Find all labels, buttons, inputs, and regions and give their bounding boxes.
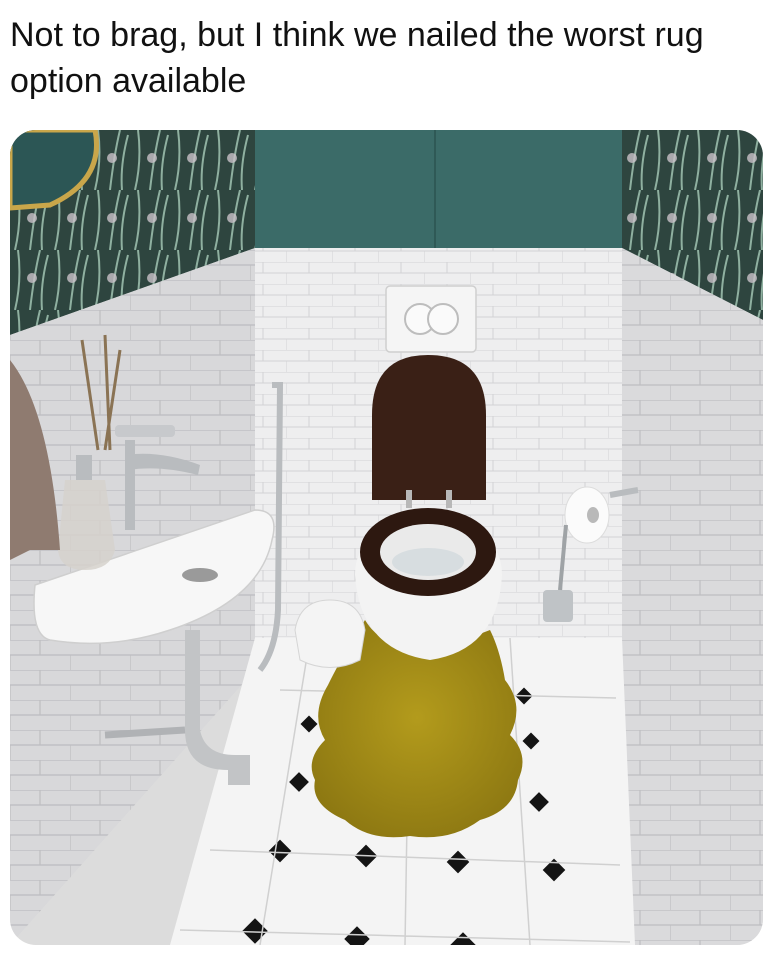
soap-dispenser — [58, 480, 115, 570]
bathroom-photo — [10, 130, 763, 945]
toilet-brush — [543, 590, 573, 622]
post-caption: Not to brag, but I think we nailed the w… — [10, 16, 704, 100]
toilet-lid — [372, 355, 486, 500]
childs-potty — [294, 599, 366, 668]
